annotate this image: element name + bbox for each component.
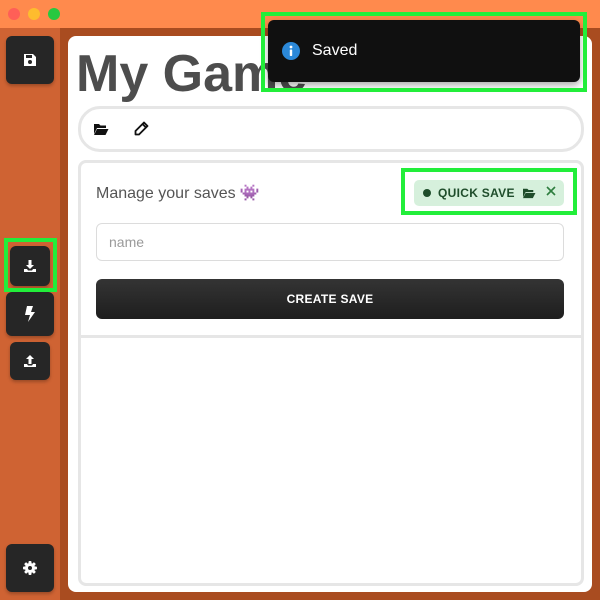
toast-message: Saved — [312, 42, 358, 59]
divider — [81, 335, 581, 338]
lightning-bolt-icon — [25, 306, 35, 322]
main-panel: My Game Manage your saves 👾 QUICK SAVE n… — [68, 36, 592, 592]
close-window-button[interactable] — [8, 8, 20, 20]
quick-save-chip[interactable]: QUICK SAVE — [414, 180, 564, 206]
toast-notification: Saved — [268, 20, 580, 82]
manage-saves-text: Manage your saves — [96, 185, 236, 202]
save-button[interactable] — [6, 36, 54, 84]
quick-action-button[interactable] — [6, 292, 54, 336]
toolbar — [78, 106, 584, 152]
sidebar — [0, 28, 60, 600]
save-name-input[interactable] — [96, 223, 564, 261]
settings-button[interactable] — [6, 544, 54, 592]
app-window: My Game Manage your saves 👾 QUICK SAVE n… — [0, 0, 600, 600]
info-icon — [282, 42, 300, 60]
upload-icon — [24, 355, 36, 367]
folder-open-icon[interactable] — [91, 119, 111, 139]
status-dot-icon — [423, 189, 431, 197]
close-icon[interactable] — [544, 185, 558, 199]
minimize-window-button[interactable] — [28, 8, 40, 20]
manage-saves-label: Manage your saves 👾 — [96, 183, 260, 203]
quick-save-label: QUICK SAVE — [438, 186, 515, 200]
pencil-icon[interactable] — [131, 119, 151, 139]
maximize-window-button[interactable] — [48, 8, 60, 20]
alien-monster-icon: 👾 — [239, 185, 260, 202]
folder-open-icon[interactable] — [522, 186, 536, 200]
load-button[interactable] — [10, 246, 50, 286]
saves-card: Manage your saves 👾 QUICK SAVE name CREA… — [78, 160, 584, 586]
gear-icon — [23, 561, 37, 575]
create-save-button[interactable]: CREATE SAVE — [96, 279, 564, 319]
export-button[interactable] — [10, 342, 50, 380]
download-icon — [24, 260, 36, 272]
floppy-disk-icon — [24, 54, 36, 66]
